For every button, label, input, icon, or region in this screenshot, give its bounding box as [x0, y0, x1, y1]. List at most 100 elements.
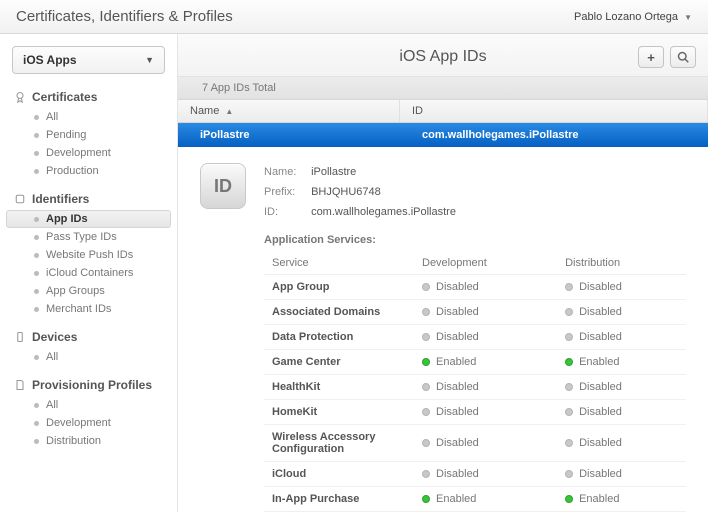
service-name: iCloud: [264, 462, 414, 487]
status-badge: Enabled: [422, 493, 549, 505]
service-row: HomeKitDisabledDisabled: [264, 400, 686, 425]
status-badge: Disabled: [422, 281, 549, 293]
sidebar-item-merchant-ids[interactable]: Merchant IDs: [6, 300, 171, 318]
nav-section-identifiers: Identifiers: [0, 188, 177, 210]
detail-panel: ID Name: iPollastre Prefix: BHJQHU6748 I…: [178, 147, 708, 512]
service-row: Game CenterEnabledEnabled: [264, 350, 686, 375]
service-name: App Group: [264, 275, 414, 300]
cell-name: iPollastre: [178, 123, 400, 147]
disabled-dot-icon: [565, 383, 573, 391]
bullet-icon: [34, 439, 39, 444]
status-badge: Disabled: [422, 381, 549, 393]
user-name: Pablo Lozano Ortega: [574, 11, 678, 23]
platform-label: iOS Apps: [23, 53, 77, 67]
nav-section-certificates: Certificates: [0, 86, 177, 108]
disabled-dot-icon: [422, 383, 430, 391]
bullet-icon: [34, 217, 39, 222]
status-badge: Enabled: [565, 356, 678, 368]
sort-asc-icon: ▲: [225, 107, 233, 116]
service-name: Game Center: [264, 350, 414, 375]
services-table: Service Development Distribution App Gro…: [264, 252, 686, 512]
sidebar-item-icloud-containers[interactable]: iCloud Containers: [6, 264, 171, 282]
disabled-dot-icon: [565, 283, 573, 291]
service-name: Wireless Accessory Configuration: [264, 425, 414, 462]
content-pane: iOS App IDs + 7 App IDs Total Name ▲ ID …: [178, 34, 708, 512]
sidebar-item-website-push-ids[interactable]: Website Push IDs: [6, 246, 171, 264]
content-header: iOS App IDs +: [178, 34, 708, 77]
nav-section-devices: Devices: [0, 326, 177, 348]
status-badge: Disabled: [422, 437, 549, 449]
status-badge: Disabled: [565, 406, 678, 418]
enabled-dot-icon: [565, 358, 573, 366]
nav-section-provisioning-profiles: Provisioning Profiles: [0, 374, 177, 396]
bullet-icon: [34, 253, 39, 258]
app-id-badge-icon: ID: [200, 163, 246, 209]
service-name: HomeKit: [264, 400, 414, 425]
column-id[interactable]: ID: [400, 100, 708, 122]
disabled-dot-icon: [422, 283, 430, 291]
bullet-icon: [34, 355, 39, 360]
status-badge: Enabled: [565, 493, 678, 505]
disabled-dot-icon: [422, 439, 430, 447]
disabled-dot-icon: [565, 333, 573, 341]
service-row: iCloud Disabled Disabled: [264, 462, 686, 487]
bullet-icon: [34, 133, 39, 138]
table-row[interactable]: iPollastre com.wallholegames.iPollastre: [178, 123, 708, 147]
bullet-icon: [34, 403, 39, 408]
sidebar-item-development[interactable]: Development: [6, 144, 171, 162]
table-header: Name ▲ ID: [178, 100, 708, 123]
enabled-dot-icon: [422, 495, 430, 503]
disabled-dot-icon: [565, 470, 573, 478]
top-bar: Certificates, Identifiers & Profiles Pab…: [0, 0, 708, 34]
sidebar-item-pass-type-ids[interactable]: Pass Type IDs: [6, 228, 171, 246]
count-bar: 7 App IDs Total: [178, 77, 708, 100]
bullet-icon: [34, 271, 39, 276]
disabled-dot-icon: [422, 333, 430, 341]
col-distribution: Distribution: [557, 252, 686, 275]
status-badge: Disabled: [565, 331, 678, 343]
bullet-icon: [34, 421, 39, 426]
search-button[interactable]: [670, 46, 696, 68]
enabled-dot-icon: [422, 358, 430, 366]
disabled-dot-icon: [565, 439, 573, 447]
sidebar: iOS Apps ▼ CertificatesAllPendingDevelop…: [0, 34, 178, 512]
bullet-icon: [34, 289, 39, 294]
sidebar-item-all[interactable]: All: [6, 108, 171, 126]
services-title: Application Services:: [264, 234, 686, 246]
search-icon: [677, 51, 689, 63]
col-service: Service: [264, 252, 414, 275]
disabled-dot-icon: [422, 408, 430, 416]
sidebar-item-app-groups[interactable]: App Groups: [6, 282, 171, 300]
status-badge: Disabled: [565, 437, 678, 449]
column-name[interactable]: Name ▲: [178, 100, 400, 122]
sidebar-item-development[interactable]: Development: [6, 414, 171, 432]
add-button[interactable]: +: [638, 46, 664, 68]
sidebar-item-app-ids[interactable]: App IDs: [6, 210, 171, 228]
status-badge: Disabled: [422, 468, 549, 480]
service-name: HealthKit: [264, 375, 414, 400]
service-row: Wireless Accessory Configuration Disabled…: [264, 425, 686, 462]
service-row: Data ProtectionDisabledDisabled: [264, 325, 686, 350]
platform-select[interactable]: iOS Apps ▼: [12, 46, 165, 74]
service-name: Associated Domains: [264, 300, 414, 325]
sidebar-item-pending[interactable]: Pending: [6, 126, 171, 144]
service-name: Data Protection: [264, 325, 414, 350]
service-row: Associated DomainsDisabledDisabled: [264, 300, 686, 325]
sidebar-item-distribution[interactable]: Distribution: [6, 432, 171, 450]
col-development: Development: [414, 252, 557, 275]
service-row: App Group Disabled Disabled: [264, 275, 686, 300]
bullet-icon: [34, 235, 39, 240]
cell-id: com.wallholegames.iPollastre: [400, 123, 708, 147]
disabled-dot-icon: [565, 308, 573, 316]
status-badge: Disabled: [565, 468, 678, 480]
disabled-dot-icon: [422, 308, 430, 316]
chevron-down-icon: ▼: [684, 13, 692, 22]
sidebar-item-all[interactable]: All: [6, 348, 171, 366]
sidebar-item-all[interactable]: All: [6, 396, 171, 414]
bullet-icon: [34, 307, 39, 312]
disabled-dot-icon: [422, 470, 430, 478]
status-badge: Disabled: [565, 281, 678, 293]
sidebar-item-production[interactable]: Production: [6, 162, 171, 180]
service-row: HealthKitDisabledDisabled: [264, 375, 686, 400]
user-menu[interactable]: Pablo Lozano Ortega ▼: [574, 11, 692, 23]
